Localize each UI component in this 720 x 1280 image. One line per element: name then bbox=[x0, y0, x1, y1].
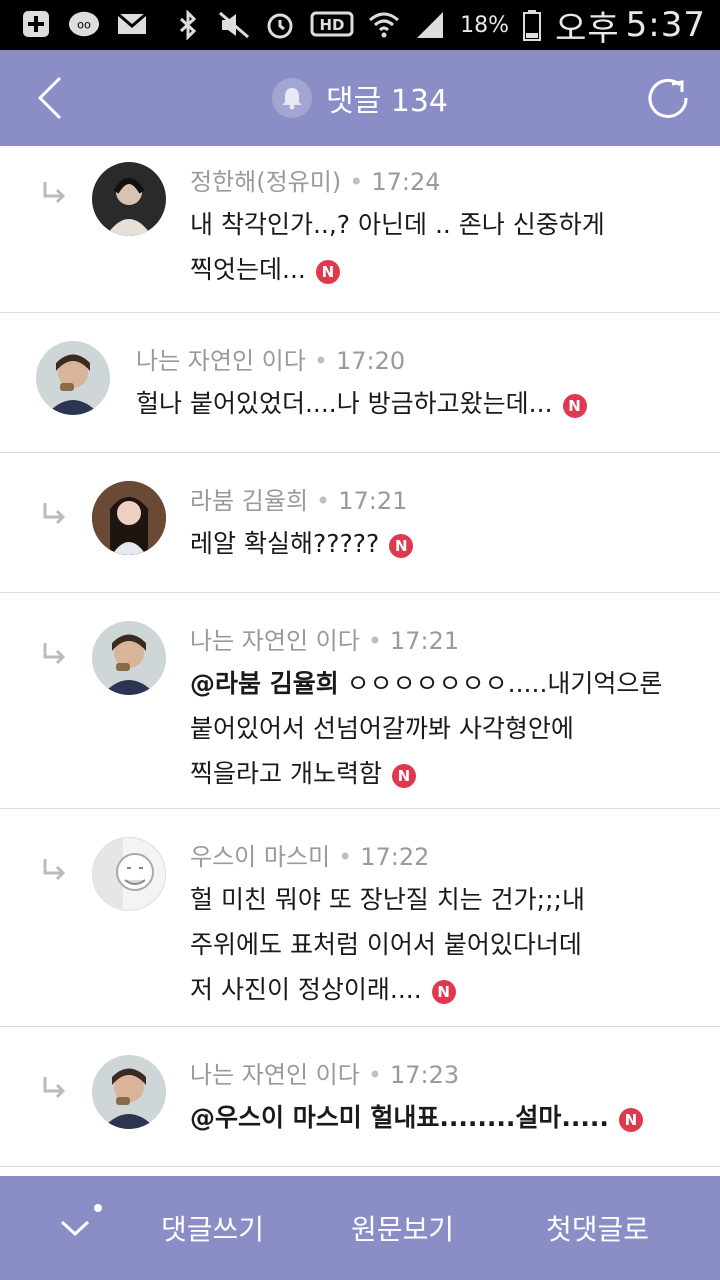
comment-line: 주위에도 표처럼 이어서 붙어있다너데 bbox=[190, 930, 582, 959]
reply-arrow-icon bbox=[43, 182, 66, 204]
avatar[interactable] bbox=[92, 621, 166, 695]
comment-line-last: 레알 확실해????? N bbox=[190, 521, 700, 566]
comment-item: 나는 자연인 이다 • 17:20 헐나 붙어있었더....나 방금하고왔는데...… bbox=[0, 313, 720, 453]
comment-text: 헐나 붙어있었더....나 방금하고왔는데... N bbox=[136, 381, 700, 426]
chevron-down-icon bbox=[60, 1220, 90, 1237]
comment-text: @우스이 마스미 헐내표........설마..... N bbox=[190, 1095, 700, 1140]
avatar[interactable] bbox=[92, 837, 166, 911]
comment-text: @라붐 김율희 ㅇㅇㅇㅇㅇㅇㅇ.....내기억으론 붙어있어서 선넘어갈까봐 사… bbox=[190, 661, 700, 796]
comment-line-last: 찍을라고 개노력함 N bbox=[190, 751, 700, 796]
mention-link[interactable]: @라붐 김율희 bbox=[190, 669, 339, 698]
comment-text: 헐 미친 뭐야 또 장난질 치는 건가;;;내 주위에도 표처럼 이어서 붙어있… bbox=[190, 877, 700, 1012]
new-badge: N bbox=[389, 534, 414, 558]
new-badge: N bbox=[562, 394, 587, 418]
avatar[interactable] bbox=[92, 1055, 166, 1129]
comment-meta: 나는 자연인 이다 • 17:20 bbox=[136, 347, 406, 375]
add-icon bbox=[20, 8, 52, 40]
comment-meta: 나는 자연인 이다 • 17:21 bbox=[190, 627, 460, 655]
battery-icon bbox=[523, 9, 542, 41]
signal-icon bbox=[414, 9, 446, 41]
comment-author[interactable]: 정한해(정유미) bbox=[190, 168, 341, 196]
clock-time: 5:37 bbox=[625, 5, 706, 45]
comment-meta: 정한해(정유미) • 17:24 bbox=[190, 168, 441, 196]
page-title: 댓글 134 bbox=[326, 84, 448, 119]
new-badge: N bbox=[315, 260, 340, 284]
comment-author[interactable]: 나는 자연인 이다 bbox=[190, 627, 360, 655]
comment-time: 17:22 bbox=[360, 843, 430, 871]
battery-percent: 18% bbox=[460, 12, 510, 38]
svg-text:oo: oo bbox=[77, 19, 91, 32]
wifi-icon bbox=[368, 9, 400, 41]
hd-icon: HD bbox=[310, 9, 354, 41]
comment-list[interactable]: 정한해(정유미) • 17:24 내 착각인가..,? 아닌데 .. 존나 신중하게… bbox=[0, 146, 720, 1176]
reply-arrow-icon bbox=[43, 1077, 66, 1099]
comment-line-last: 헐나 붙어있었더....나 방금하고왔는데... N bbox=[136, 381, 700, 426]
mention-link[interactable]: @우스이 마스미 bbox=[190, 1103, 362, 1132]
comment-author[interactable]: 나는 자연인 이다 bbox=[136, 347, 306, 375]
comment-line-last: 찍엇는데... N bbox=[190, 247, 700, 292]
comment-item: 나는 자연인 이다 • 17:21 @라붐 김율희 ㅇㅇㅇㅇㅇㅇㅇ.....내기억으… bbox=[0, 593, 720, 809]
collapse-button[interactable] bbox=[30, 1176, 120, 1280]
comment-time: 17:21 bbox=[338, 487, 408, 515]
comments-header: 댓글 134 bbox=[0, 50, 720, 146]
app-icon: oo bbox=[68, 8, 100, 40]
comment-meta: 우스이 마스미 • 17:22 bbox=[190, 843, 430, 871]
comment-text: 레알 확실해????? N bbox=[190, 521, 700, 566]
comment-line-last: @우스이 마스미 헐내표........설마..... N bbox=[190, 1095, 700, 1140]
new-badge: N bbox=[618, 1108, 643, 1132]
comment-line-last: 저 사진이 정상이래.... N bbox=[190, 967, 700, 1012]
alarm-icon bbox=[264, 9, 296, 41]
bluetooth-icon bbox=[172, 9, 204, 41]
reply-arrow-icon bbox=[43, 643, 66, 665]
mail-icon bbox=[116, 8, 148, 40]
new-badge: N bbox=[431, 980, 456, 1004]
svg-text:HD: HD bbox=[320, 16, 345, 34]
notification-toggle[interactable] bbox=[272, 78, 312, 118]
comment-author[interactable]: 나는 자연인 이다 bbox=[190, 1061, 360, 1089]
avatar[interactable] bbox=[92, 162, 166, 236]
comment-line: 붙어있어서 선넘어갈까봐 사각형안에 bbox=[190, 714, 574, 743]
comment-time: 17:20 bbox=[335, 347, 406, 375]
comment-item: 나는 자연인 이다 • 17:23 @우스이 마스미 헐내표........설마..… bbox=[0, 1027, 720, 1167]
avatar[interactable] bbox=[92, 481, 166, 555]
refresh-icon bbox=[648, 78, 688, 118]
comment-line: 내 착각인가..,? 아닌데 .. 존나 신중하게 bbox=[190, 210, 605, 239]
reply-arrow-icon bbox=[43, 503, 66, 525]
status-bar: oo HD 18% 오후 5:37 bbox=[0, 0, 720, 50]
comment-time: 17:23 bbox=[389, 1061, 460, 1089]
comment-item: 정한해(정유미) • 17:24 내 착각인가..,? 아닌데 .. 존나 신중하게… bbox=[0, 146, 720, 313]
bottom-action-bar: 댓글쓰기 원문보기 첫댓글로 bbox=[0, 1176, 720, 1280]
bell-icon bbox=[282, 88, 302, 110]
comment-item: 우스이 마스미 • 17:22 헐 미친 뭐야 또 장난질 치는 건가;;;내 주위… bbox=[0, 809, 720, 1027]
clock-ampm: 오후 bbox=[555, 8, 620, 49]
comment-line: 헐 미친 뭐야 또 장난질 치는 건가;;;내 bbox=[190, 885, 585, 914]
comment-meta: 라붐 김율희 • 17:21 bbox=[190, 487, 408, 515]
comment-meta: 나는 자연인 이다 • 17:23 bbox=[190, 1061, 460, 1089]
comment-text: 내 착각인가..,? 아닌데 .. 존나 신중하게 찍엇는데... N bbox=[190, 202, 700, 292]
comment-author[interactable]: 라붐 김율희 bbox=[190, 487, 308, 515]
comment-item: 라붐 김율희 • 17:21 레알 확실해????? N bbox=[0, 453, 720, 593]
comment-author[interactable]: 우스이 마스미 bbox=[190, 843, 330, 871]
mute-icon bbox=[218, 9, 250, 41]
reply-arrow-icon bbox=[43, 859, 66, 881]
comment-line: @라붐 김율희 ㅇㅇㅇㅇㅇㅇㅇ.....내기억으론 bbox=[190, 669, 663, 698]
view-original-button[interactable]: 원문보기 bbox=[320, 1176, 485, 1280]
new-badge: N bbox=[391, 764, 416, 788]
write-comment-button[interactable]: 댓글쓰기 bbox=[130, 1176, 295, 1280]
first-comment-button[interactable]: 첫댓글로 bbox=[510, 1176, 685, 1280]
comment-time: 17:24 bbox=[371, 168, 441, 196]
avatar[interactable] bbox=[36, 341, 110, 415]
comment-time: 17:21 bbox=[389, 627, 460, 655]
new-indicator-dot bbox=[94, 1204, 102, 1212]
refresh-button[interactable] bbox=[642, 72, 694, 124]
